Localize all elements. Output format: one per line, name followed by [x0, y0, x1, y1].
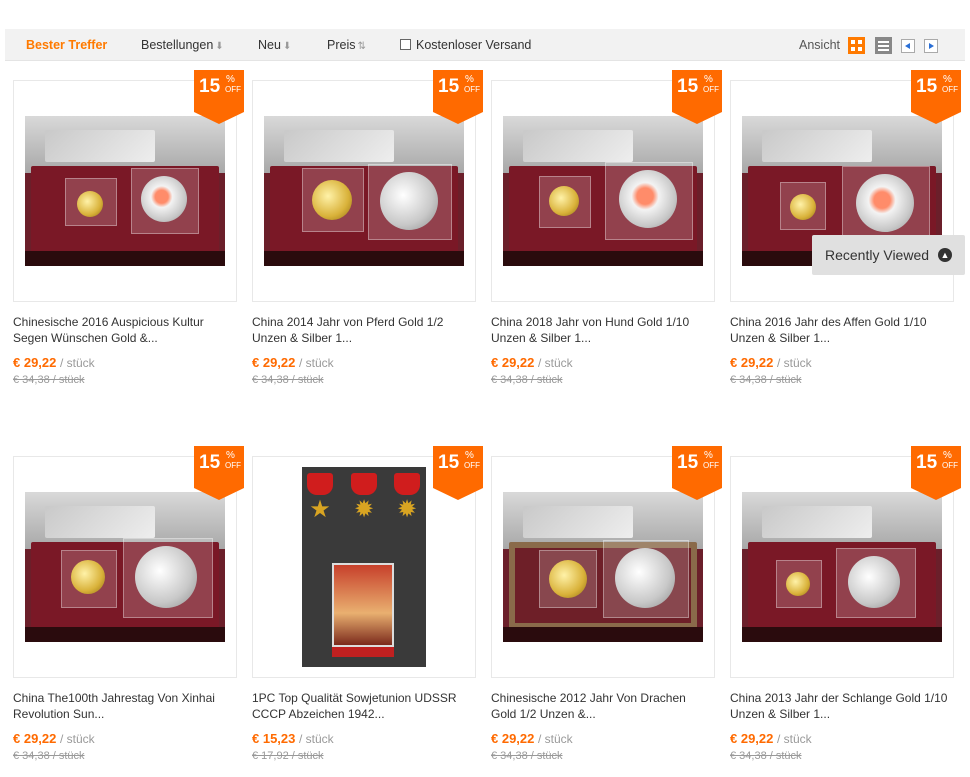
chevron-up-icon: ▲	[938, 248, 952, 262]
discount-badge: 15% OFF	[433, 446, 483, 500]
original-price: € 34,38 / stück	[730, 374, 802, 386]
product-image[interactable]: ★ ✹ ✹	[302, 467, 426, 667]
product-title-link[interactable]: 1PC Top Qualität Sowjetunion UDSSR CCCP …	[252, 690, 472, 722]
discount-badge: 15% OFF	[672, 70, 722, 124]
original-price: € 34,38 / stück	[491, 374, 563, 386]
sort-best-match[interactable]: Bester Treffer	[26, 29, 107, 61]
arrow-down-icon: ⬇	[215, 41, 224, 52]
free-shipping-checkbox[interactable]	[400, 39, 411, 50]
sort-updown-icon: ⇅	[357, 41, 366, 52]
original-price: € 34,38 / stück	[730, 750, 802, 762]
discount-badge: 15% OFF	[911, 446, 961, 500]
product-title-link[interactable]: China 2013 Jahr der Schlange Gold 1/10 U…	[730, 690, 950, 722]
discount-badge: 15% OFF	[672, 446, 722, 500]
product-title-link[interactable]: Chinesische 2012 Jahr Von Drachen Gold 1…	[491, 690, 711, 722]
prev-page-icon[interactable]	[901, 39, 915, 53]
product-image[interactable]	[503, 492, 703, 642]
free-shipping-label[interactable]: Kostenloser Versand	[416, 29, 531, 61]
view-label: Ansicht	[799, 38, 840, 52]
product-title-link[interactable]: China 2018 Jahr von Hund Gold 1/10 Unzen…	[491, 314, 711, 346]
product-price: € 15,23 / stück	[252, 731, 334, 746]
original-price: € 34,38 / stück	[491, 750, 563, 762]
sort-price[interactable]: Preis ⇅	[327, 29, 366, 61]
discount-badge: 15% OFF	[194, 446, 244, 500]
discount-badge: 15% OFF	[433, 70, 483, 124]
product-price: € 29,22 / stück	[252, 355, 334, 370]
product-price: € 29,22 / stück	[13, 355, 95, 370]
product-title-link[interactable]: China The100th Jahrestag Von Xinhai Revo…	[13, 690, 233, 722]
original-price: € 34,38 / stück	[13, 374, 85, 386]
product-title-link[interactable]: China 2014 Jahr von Pferd Gold 1/2 Unzen…	[252, 314, 472, 346]
original-price: € 34,38 / stück	[252, 374, 324, 386]
product-title-link[interactable]: China 2016 Jahr des Affen Gold 1/10 Unze…	[730, 314, 950, 346]
sort-bar: Bester Treffer Bestellungen ⬇ Neu ⬇ Preis ⇅…	[5, 29, 965, 61]
product-image[interactable]	[264, 116, 464, 266]
discount-badge: 15% OFF	[194, 70, 244, 124]
star-medal-icon: ★	[309, 496, 331, 523]
next-page-icon[interactable]	[924, 39, 938, 53]
product-price: € 29,22 / stück	[13, 731, 95, 746]
sort-new[interactable]: Neu ⬇	[258, 29, 291, 61]
original-price: € 34,38 / stück	[13, 750, 85, 762]
sort-orders[interactable]: Bestellungen ⬇	[141, 29, 224, 61]
arrow-down-icon: ⬇	[282, 41, 292, 52]
product-image[interactable]	[25, 492, 225, 642]
discount-badge: 15% OFF	[911, 70, 961, 124]
product-image[interactable]	[742, 492, 942, 642]
recently-viewed-label: Recently Viewed	[825, 247, 930, 263]
grid-view-icon[interactable]	[848, 37, 865, 54]
list-view-icon[interactable]	[875, 37, 892, 54]
recently-viewed-button[interactable]: Recently Viewed ▲	[812, 235, 965, 275]
product-image[interactable]	[25, 116, 225, 266]
product-price: € 29,22 / stück	[491, 355, 573, 370]
original-price: € 17,92 / stück	[252, 750, 324, 762]
product-price: € 29,22 / stück	[491, 731, 573, 746]
product-image[interactable]	[503, 116, 703, 266]
product-title-link[interactable]: Chinesische 2016 Auspicious Kultur Segen…	[13, 314, 233, 346]
product-price: € 29,22 / stück	[730, 355, 812, 370]
product-price: € 29,22 / stück	[730, 731, 812, 746]
star-medal-icon: ✹	[396, 496, 418, 523]
star-medal-icon: ✹	[353, 496, 375, 523]
